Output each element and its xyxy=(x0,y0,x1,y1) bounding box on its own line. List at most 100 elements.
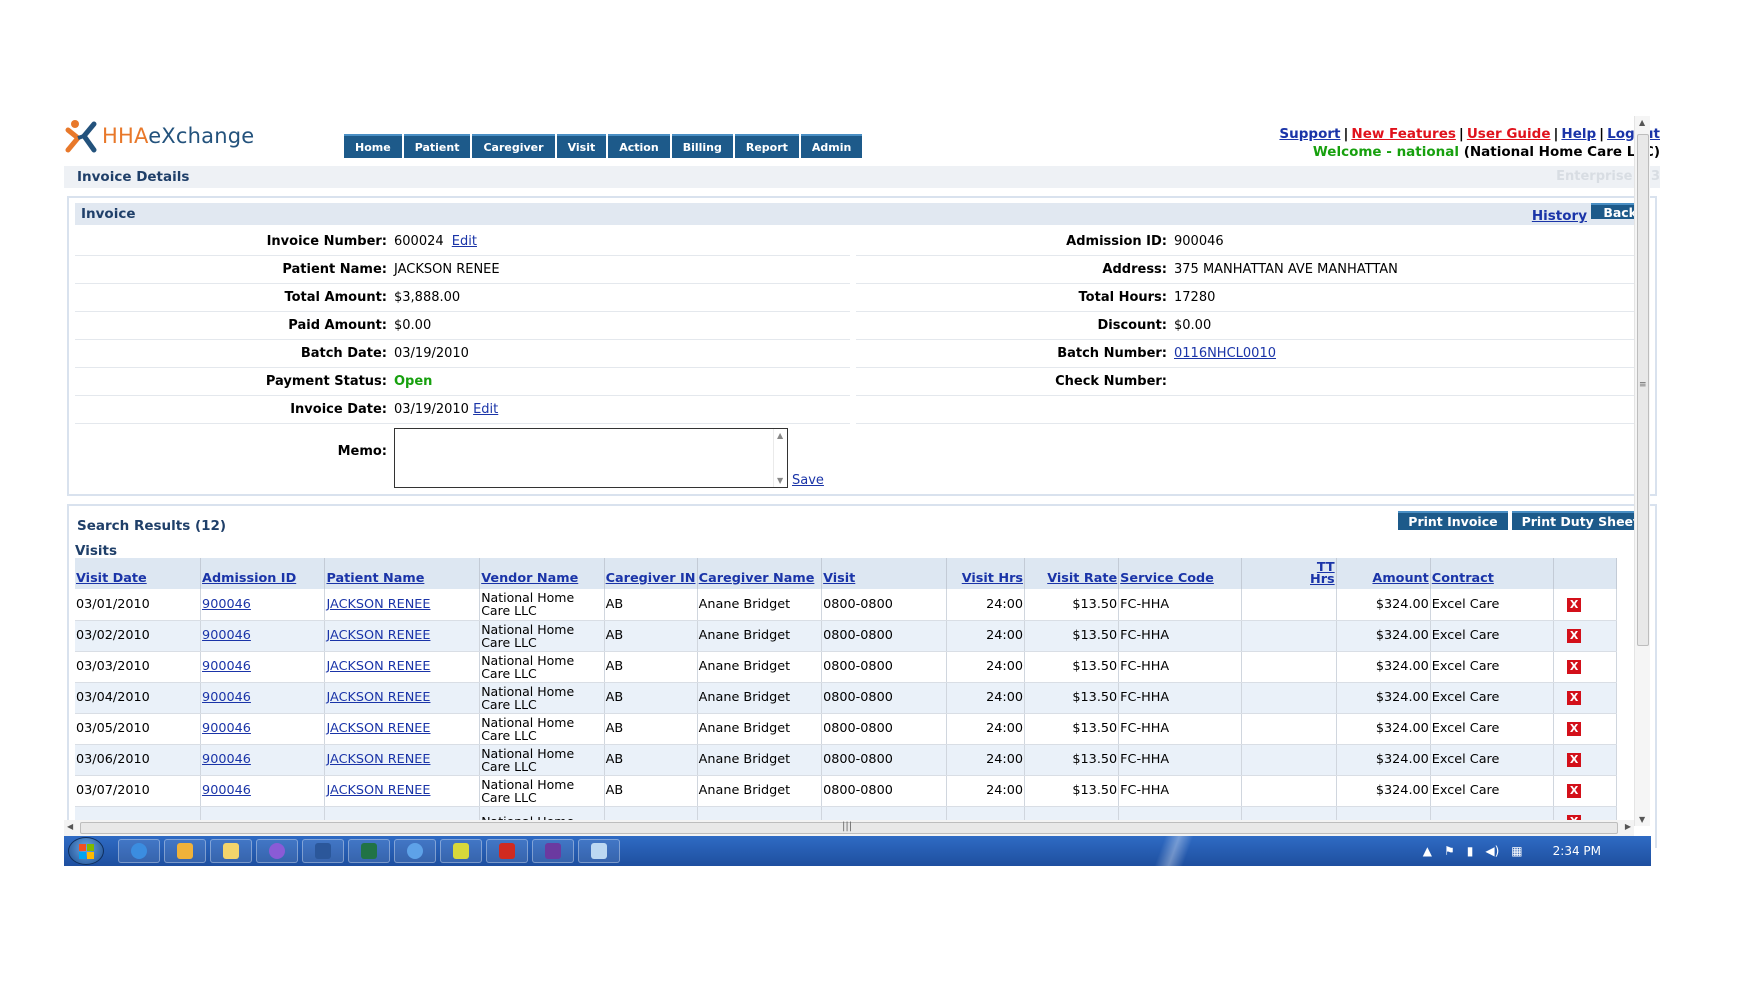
field-label: Batch Date: xyxy=(300,346,387,361)
patient-name-link[interactable]: JACKSON RENEE xyxy=(326,783,430,798)
delete-icon[interactable]: X xyxy=(1567,629,1582,643)
col-visit[interactable]: Visit xyxy=(821,558,947,589)
nav-visit[interactable]: Visit xyxy=(556,134,607,158)
cell-delete: X xyxy=(1553,775,1617,807)
edit-invoice-number-link[interactable]: Edit xyxy=(452,234,477,249)
scroll-down-icon[interactable]: ▼ xyxy=(1639,815,1645,824)
nav-patient[interactable]: Patient xyxy=(403,134,471,158)
taskbar-app10[interactable] xyxy=(532,839,574,863)
delete-icon[interactable]: X xyxy=(1567,722,1582,736)
scroll-up-icon[interactable]: ▲ xyxy=(777,431,783,440)
scroll-up-icon[interactable]: ▲ xyxy=(1639,118,1645,127)
cell-patient-name: JACKSON RENEE xyxy=(324,651,481,683)
taskbar-app8[interactable] xyxy=(440,839,482,863)
col-contract[interactable]: Contract xyxy=(1430,558,1555,589)
patient-name-link[interactable]: JACKSON RENEE xyxy=(326,659,430,674)
taskbar-outlook[interactable] xyxy=(164,839,206,863)
cell-caregiver-name: Anane Bridget xyxy=(697,651,823,683)
nav-report[interactable]: Report xyxy=(734,134,799,158)
delete-icon[interactable]: X xyxy=(1567,784,1582,798)
field-label: Patient Name: xyxy=(282,262,387,277)
history-link[interactable]: History xyxy=(1532,208,1587,224)
scroll-down-icon[interactable]: ▼ xyxy=(777,476,783,485)
cell-vendor-name: National Home Care LLC xyxy=(479,651,605,683)
col-patient-name[interactable]: Patient Name xyxy=(324,558,481,589)
word-icon xyxy=(315,843,331,859)
admission-id-link[interactable]: 900046 xyxy=(202,690,251,705)
batch-number-link[interactable]: 0116NHCL0010 xyxy=(1174,346,1276,361)
admission-id-link[interactable]: 900046 xyxy=(202,721,251,736)
col-tt-hrs[interactable]: TT Hrs xyxy=(1241,558,1337,589)
patient-name-link[interactable]: JACKSON RENEE xyxy=(326,721,430,736)
admission-id-link[interactable]: 900046 xyxy=(202,628,251,643)
cell-vendor-name: National Home Care LLC xyxy=(479,775,605,807)
cell-caregiver-name: Anane Bridget xyxy=(697,682,823,714)
field-total-amount: Total Amount: $3,888.00 xyxy=(75,284,850,312)
cell-admission-id: 900046 xyxy=(200,620,326,652)
print-invoice-button[interactable]: Print Invoice xyxy=(1398,511,1508,530)
print-duty-sheet-button[interactable]: Print Duty Sheet xyxy=(1511,511,1649,530)
show-hidden-icons-icon[interactable]: ▲ xyxy=(1423,844,1432,858)
help-link[interactable]: Help xyxy=(1561,126,1596,142)
network-icon[interactable]: ▦ xyxy=(1511,844,1522,858)
delete-icon[interactable]: X xyxy=(1567,691,1582,705)
patient-name-link[interactable]: JACKSON RENEE xyxy=(326,752,430,767)
scroll-right-icon[interactable]: ▶ xyxy=(1625,822,1631,831)
admission-id-link[interactable]: 900046 xyxy=(202,597,251,612)
flag-icon[interactable]: ⚑ xyxy=(1444,844,1455,858)
taskbar-app11[interactable] xyxy=(578,839,620,863)
speaker-icon[interactable]: ◀) xyxy=(1485,844,1499,858)
new-features-link[interactable]: New Features xyxy=(1351,126,1455,142)
nav-home[interactable]: Home xyxy=(344,134,402,158)
col-visit-hrs[interactable]: Visit Hrs xyxy=(946,558,1026,589)
horizontal-scrollbar[interactable]: ◀ ||| ▶ xyxy=(64,820,1634,836)
col-amount[interactable]: Amount xyxy=(1336,558,1431,589)
scroll-thumb[interactable] xyxy=(1637,134,1649,646)
admission-id-link[interactable]: 900046 xyxy=(202,752,251,767)
col-visit-date[interactable]: Visit Date xyxy=(75,558,202,589)
col-caregiver-name[interactable]: Caregiver Name xyxy=(697,558,823,589)
link-separator: | xyxy=(1343,126,1349,142)
nav-action[interactable]: Action xyxy=(608,134,670,158)
memo-scrollbar[interactable]: ▲ ▼ xyxy=(773,429,787,487)
start-button[interactable] xyxy=(68,837,104,865)
patient-name-link[interactable]: JACKSON RENEE xyxy=(326,628,430,643)
cell-amount: $324.00 xyxy=(1336,589,1431,621)
col-delete xyxy=(1553,558,1617,589)
col-service-code[interactable]: Service Code xyxy=(1118,558,1243,589)
taskbar-app4[interactable] xyxy=(256,839,298,863)
taskbar-ie[interactable] xyxy=(118,839,160,863)
clock[interactable]: 2:34 PM xyxy=(1553,844,1601,858)
nav-billing[interactable]: Billing xyxy=(671,134,733,158)
scroll-left-icon[interactable]: ◀ xyxy=(67,822,73,831)
taskbar-excel[interactable] xyxy=(348,839,390,863)
hhaexchange-logo[interactable]: HHAeXchange xyxy=(64,116,254,156)
col-admission-id[interactable]: Admission ID xyxy=(200,558,326,589)
cell-visit-date: 03/06/2010 xyxy=(75,744,202,776)
field-value: 03/19/2010 Edit xyxy=(394,402,499,417)
cell-amount: $324.00 xyxy=(1336,744,1431,776)
admission-id-link[interactable]: 900046 xyxy=(202,659,251,674)
taskbar-explorer[interactable] xyxy=(210,839,252,863)
memo-textarea[interactable]: ▲ ▼ xyxy=(394,428,788,488)
taskbar-word[interactable] xyxy=(302,839,344,863)
edit-invoice-date-link[interactable]: Edit xyxy=(473,402,498,417)
taskbar-acrobat[interactable] xyxy=(486,839,528,863)
battery-icon[interactable]: ▮ xyxy=(1467,844,1474,858)
save-memo-link[interactable]: Save xyxy=(792,473,824,488)
nav-admin[interactable]: Admin xyxy=(800,134,863,158)
admission-id-link[interactable]: 900046 xyxy=(202,783,251,798)
taskbar-app7[interactable] xyxy=(394,839,436,863)
col-vendor-name[interactable]: Vendor Name xyxy=(479,558,605,589)
support-link[interactable]: Support xyxy=(1279,126,1340,142)
col-caregiver-in[interactable]: Caregiver IN xyxy=(604,558,698,589)
nav-caregiver[interactable]: Caregiver xyxy=(472,134,555,158)
delete-icon[interactable]: X xyxy=(1567,753,1582,767)
patient-name-link[interactable]: JACKSON RENEE xyxy=(326,597,430,612)
user-guide-link[interactable]: User Guide xyxy=(1467,126,1551,142)
patient-name-link[interactable]: JACKSON RENEE xyxy=(326,690,430,705)
delete-icon[interactable]: X xyxy=(1567,660,1582,674)
delete-icon[interactable]: X xyxy=(1567,597,1582,612)
vertical-scrollbar[interactable]: ▲ ≡ ▼ xyxy=(1634,116,1650,826)
col-visit-rate[interactable]: Visit Rate xyxy=(1024,558,1120,589)
